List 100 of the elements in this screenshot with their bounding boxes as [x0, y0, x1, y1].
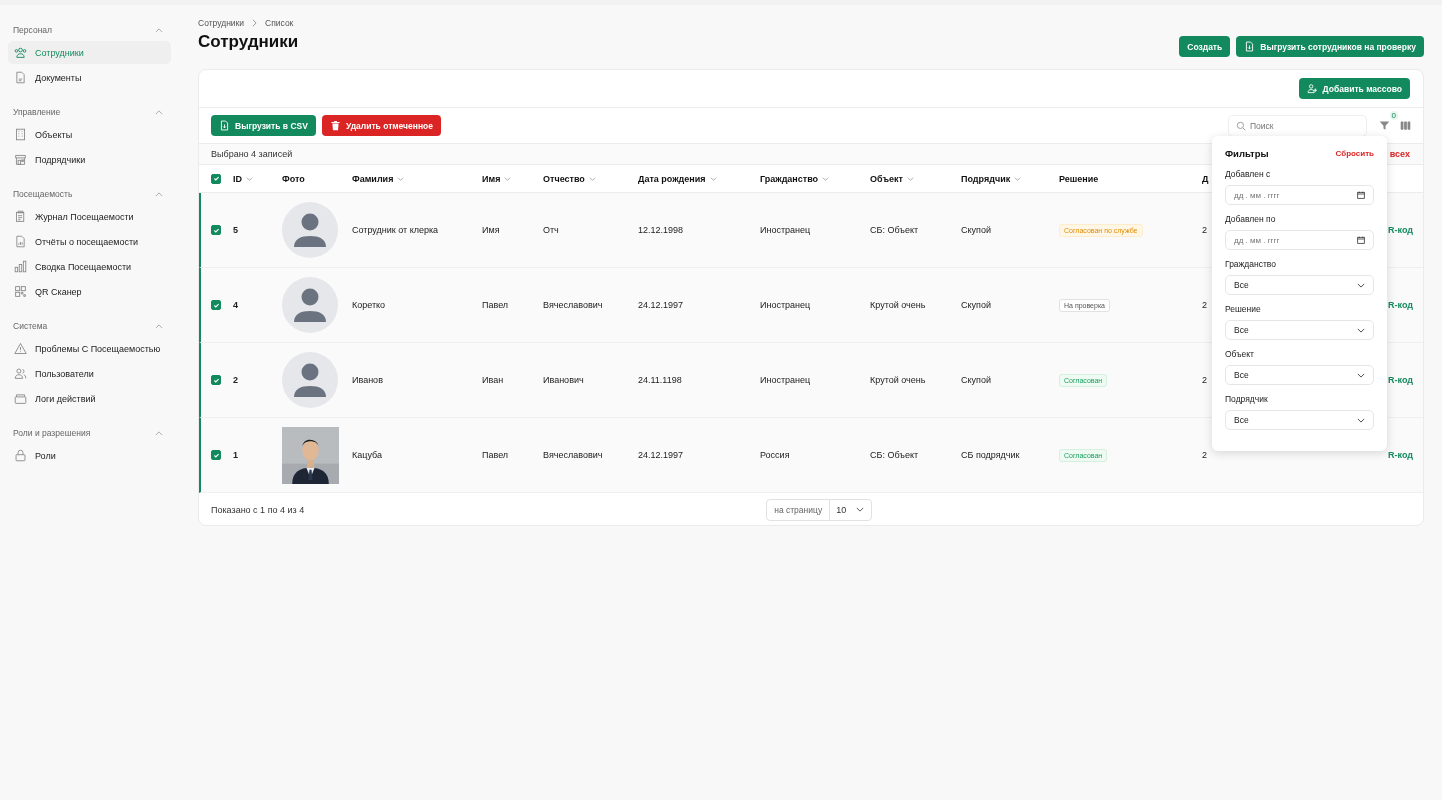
- contractor-cell: Скупой: [961, 300, 991, 310]
- column-header[interactable]: Объект: [870, 173, 903, 184]
- select-field[interactable]: Все: [1225, 320, 1374, 340]
- sidebar-item[interactable]: Сводка Посещаемости: [8, 255, 171, 278]
- object-cell: Крутой очень: [870, 375, 926, 385]
- sort-chevron-icon[interactable]: [822, 176, 830, 181]
- column-header[interactable]: Подрядчик: [961, 173, 1011, 184]
- export-button[interactable]: Выгрузить сотрудников на проверку: [1236, 36, 1424, 57]
- date-field[interactable]: дд . мм . гггг: [1225, 230, 1374, 250]
- reset-link[interactable]: Сбросить: [1335, 149, 1374, 158]
- qr-icon: [14, 285, 27, 298]
- report-icon: [14, 235, 27, 248]
- sort-chevron-icon[interactable]: [504, 176, 512, 181]
- warning-icon: [14, 342, 27, 355]
- row-checkbox[interactable]: [211, 225, 221, 235]
- sidebar-item[interactable]: Пользователи: [8, 362, 171, 385]
- sort-chevron-icon[interactable]: [397, 176, 405, 181]
- qr-code-link[interactable]: R-код: [1388, 375, 1413, 385]
- column-header[interactable]: Фото: [282, 173, 305, 184]
- chevron-down-icon: [1357, 417, 1365, 423]
- chevron-icon[interactable]: [155, 191, 163, 197]
- id-cell: 4: [233, 300, 238, 310]
- select-field[interactable]: Все: [1225, 275, 1374, 295]
- sidebar-item[interactable]: Подрядчики: [8, 148, 171, 171]
- chevron-icon[interactable]: [155, 430, 163, 436]
- qr-code-link[interactable]: R-код: [1388, 450, 1413, 460]
- delete-selected-button[interactable]: Удалить отмеченное: [321, 115, 441, 136]
- column-header[interactable]: Имя: [482, 173, 501, 184]
- field-label: Гражданство: [1225, 259, 1277, 269]
- column-header[interactable]: Гражданство: [760, 173, 819, 184]
- surname-cell: Коретко: [352, 300, 386, 310]
- chevron-down-icon: [1357, 327, 1365, 333]
- sort-chevron-icon[interactable]: [906, 176, 914, 181]
- sort-chevron-icon[interactable]: [709, 176, 717, 181]
- sidebar-item[interactable]: QR Сканер: [8, 280, 171, 303]
- sidebar-item[interactable]: Документы: [8, 66, 171, 89]
- sidebar-item[interactable]: Объекты: [8, 123, 171, 146]
- select-all-checkbox[interactable]: [211, 173, 221, 184]
- columns-icon[interactable]: [1400, 120, 1411, 131]
- object-cell: Крутой очень: [870, 300, 926, 310]
- calendar-icon: [1357, 191, 1365, 199]
- select-field[interactable]: Все: [1225, 410, 1374, 430]
- select-field[interactable]: Все: [1225, 365, 1374, 385]
- column-header[interactable]: Фамилия: [352, 173, 394, 184]
- user2-icon: [14, 367, 27, 380]
- users-icon: [1306, 83, 1318, 94]
- chevron-icon[interactable]: [155, 27, 163, 33]
- per-page-select[interactable]: на страницу 10: [766, 498, 873, 521]
- column-header[interactable]: ID: [233, 173, 242, 184]
- sidebar-item[interactable]: Сотрудники: [8, 41, 171, 64]
- field-label: Добавлен с: [1225, 169, 1272, 179]
- sidebar-item[interactable]: Проблемы С Посещаемостью: [8, 337, 171, 360]
- section-title: Управление: [13, 107, 61, 117]
- citizenship-cell: Иностранец: [760, 300, 811, 310]
- name-cell: Иван: [482, 375, 504, 385]
- row-checkbox[interactable]: [211, 300, 221, 310]
- qr-code-link[interactable]: R-код: [1388, 300, 1413, 310]
- birth-date-cell: 24.12.1997: [638, 300, 684, 310]
- column-header[interactable]: Д: [1202, 173, 1209, 184]
- table-cell: 2: [1202, 300, 1207, 310]
- sort-chevron-icon[interactable]: [588, 176, 596, 181]
- breadcrumb-link[interactable]: Сотрудники: [198, 18, 245, 28]
- sidebar-item[interactable]: Логи действий: [8, 387, 171, 410]
- row-checkbox[interactable]: [211, 375, 221, 385]
- bars-icon: [14, 260, 27, 273]
- store-icon: [14, 153, 27, 166]
- filter-count-badge: 0: [1389, 111, 1398, 120]
- sidebar-item[interactable]: Журнал Посещаемости: [8, 205, 171, 228]
- row-checkbox[interactable]: [211, 450, 221, 460]
- field-label: Объект: [1225, 349, 1255, 359]
- chevron-down-icon: [1357, 372, 1365, 378]
- column-header[interactable]: Решение: [1059, 173, 1099, 184]
- birth-date-cell: 24.12.1997: [638, 450, 684, 460]
- bulk-add-button[interactable]: Добавить массово: [1298, 78, 1410, 99]
- qr-code-link[interactable]: R-код: [1388, 225, 1413, 235]
- chevron-icon[interactable]: [155, 109, 163, 115]
- search-field[interactable]: Поиск: [1228, 114, 1367, 137]
- export-csv-button[interactable]: Выгрузить в CSV: [211, 115, 316, 136]
- surname-cell: Кацуба: [352, 450, 382, 460]
- section-title: Посещаемость: [13, 189, 73, 199]
- filter-icon[interactable]: [1379, 120, 1390, 131]
- contractor-cell: СБ подрядчик: [961, 450, 1020, 460]
- filters-title: Фильтры: [1225, 148, 1269, 159]
- column-header[interactable]: Отчество: [543, 173, 585, 184]
- sort-chevron-icon[interactable]: [246, 176, 253, 181]
- column-header[interactable]: Дата рождения: [638, 173, 706, 184]
- sort-chevron-icon[interactable]: [1014, 176, 1022, 181]
- sidebar-item[interactable]: Роли: [8, 444, 171, 467]
- object-cell: СБ: Объект: [870, 225, 919, 235]
- page-title: Сотрудники: [198, 31, 299, 53]
- chevron-right-icon: [252, 19, 258, 27]
- create-button[interactable]: Создать: [1179, 36, 1231, 57]
- field-label: Решение: [1225, 304, 1262, 314]
- sidebar-item[interactable]: Отчёты о посещаемости: [8, 230, 171, 253]
- clear-selection-link[interactable]: всех: [1389, 149, 1410, 159]
- avatar-icon: [282, 277, 338, 333]
- date-field[interactable]: дд . мм . гггг: [1225, 185, 1374, 205]
- name-cell: Имя: [482, 225, 500, 235]
- name-cell: Павел: [482, 300, 509, 310]
- chevron-icon[interactable]: [155, 323, 163, 329]
